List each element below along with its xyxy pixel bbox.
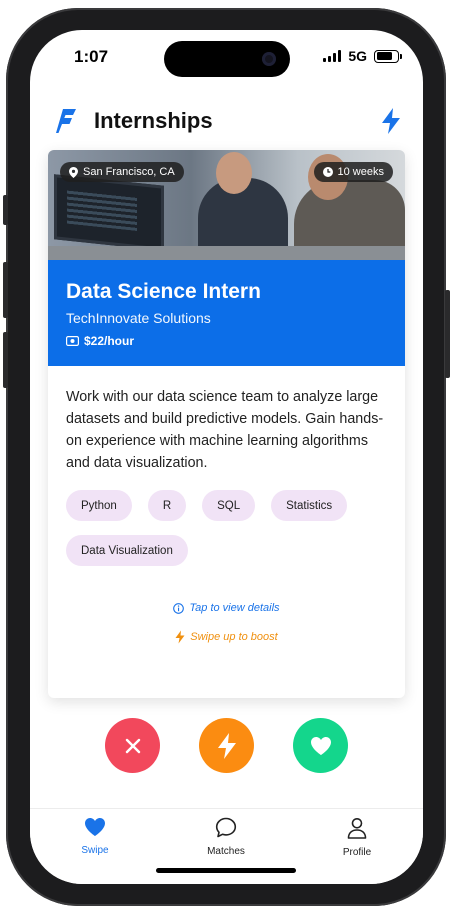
signal-icon [323, 50, 342, 62]
status-indicators: 5G [323, 48, 402, 64]
skill-tag: Python [66, 490, 132, 521]
tab-swipe[interactable]: Swipe [45, 817, 145, 856]
location-pin-icon [69, 166, 78, 178]
pay-text: $22/hour [84, 334, 135, 348]
boost-button[interactable] [199, 718, 254, 773]
money-icon [66, 336, 79, 346]
heart-icon [85, 818, 105, 836]
action-button [3, 195, 8, 225]
tab-swipe-label: Swipe [81, 845, 109, 856]
camera-icon [262, 52, 276, 66]
location-chip: San Francisco, CA [60, 162, 184, 182]
volume-up-button [3, 262, 8, 318]
page-title: Internships [94, 108, 213, 133]
home-indicator[interactable] [156, 868, 296, 873]
office-photo: San Francisco, CA 10 weeks [48, 150, 405, 260]
view-details-link[interactable]: Tap to view details [48, 602, 405, 614]
tab-profile-label: Profile [342, 847, 372, 858]
skill-tag: Statistics [271, 490, 348, 521]
app-screen: 1:07 5G Internships San Francisco, CA 10… [30, 30, 423, 884]
internship-card[interactable]: San Francisco, CA 10 weeks Data Science … [48, 150, 405, 698]
person-icon [347, 818, 367, 839]
status-time: 1:07 [74, 47, 109, 66]
lightning-icon [175, 630, 185, 644]
heart-icon [310, 736, 331, 755]
skill-tag: Data Visualization [66, 535, 188, 566]
power-button [445, 290, 450, 378]
job-title: Data Science Intern [66, 280, 261, 303]
company-name: TechInnovate Solutions [66, 310, 211, 326]
location-text: San Francisco, CA [83, 166, 175, 178]
tab-matches-label: Matches [207, 846, 245, 857]
boost-hint-text: Swipe up to boost [190, 631, 278, 643]
skill-tag: SQL [202, 490, 256, 521]
tab-profile[interactable]: Profile [307, 817, 407, 858]
lightning-icon [217, 732, 236, 759]
app-header: Internships [30, 102, 423, 142]
boost-hint: Swipe up to boost [48, 630, 405, 644]
skill-tag: R [147, 490, 187, 521]
brand-f-icon [56, 109, 76, 133]
skill-tags: Python R SQL Statistics Data Visualizati… [66, 490, 391, 566]
tab-matches[interactable]: Matches [176, 817, 276, 857]
lightning-icon[interactable] [381, 108, 401, 134]
clock-icon [322, 167, 333, 177]
pay-row: $22/hour [66, 334, 387, 348]
duration-chip: 10 weeks [313, 162, 393, 182]
battery-icon [374, 49, 402, 63]
duration-text: 10 weeks [337, 166, 384, 178]
pass-button[interactable] [105, 718, 160, 773]
x-icon [125, 738, 140, 753]
network-label: 5G [348, 48, 367, 64]
dynamic-island [164, 41, 290, 77]
job-description: Work with our data science team to analy… [66, 389, 384, 471]
volume-down-button [3, 332, 8, 388]
job-banner: Data Science Intern TechInnovate Solutio… [48, 260, 405, 366]
like-button[interactable] [293, 718, 348, 773]
info-icon [173, 602, 185, 614]
view-details-text: Tap to view details [189, 602, 280, 614]
chat-bubble-icon [215, 817, 237, 838]
